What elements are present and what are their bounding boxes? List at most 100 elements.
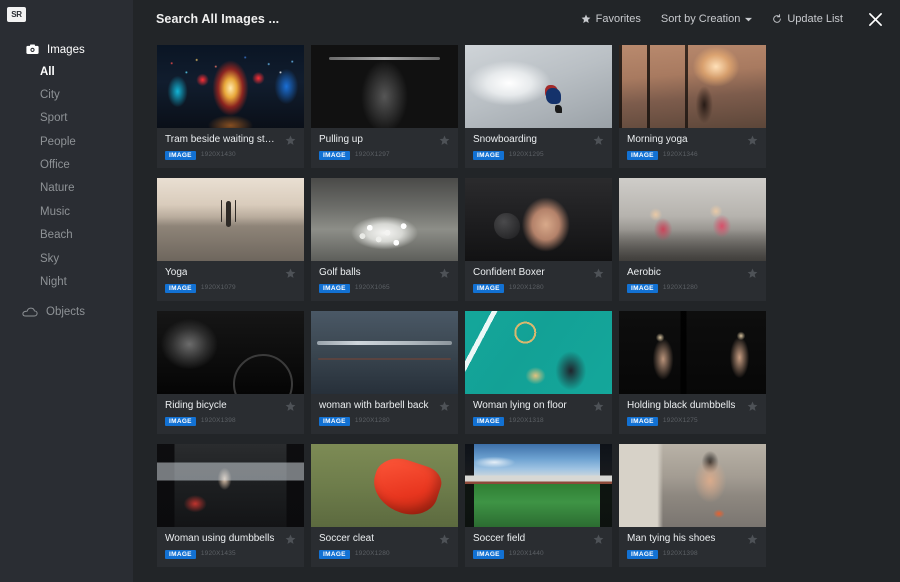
type-badge: IMAGE — [627, 417, 658, 426]
thumbnail-art — [619, 311, 766, 394]
search-input[interactable]: Search All Images ... — [156, 12, 279, 26]
image-card-meta: IMAGE 1920X1280 — [473, 284, 604, 293]
image-card[interactable]: Holding black dumbbells IMAGE 1920X1275 — [619, 311, 766, 434]
sidebar: SR Images All City Sport People Office Nature… — [0, 0, 133, 582]
favorite-star-icon[interactable] — [439, 401, 450, 412]
image-card[interactable]: Snowboarding IMAGE 1920X1295 — [465, 45, 612, 168]
favorite-star-icon[interactable] — [285, 401, 296, 412]
image-thumbnail[interactable] — [311, 311, 458, 394]
sidebar-item-beach[interactable]: Beach — [0, 224, 133, 247]
sidebar-item-city[interactable]: City — [0, 83, 133, 106]
image-card-header: Morning yoga — [627, 134, 758, 146]
image-thumbnail[interactable] — [465, 311, 612, 394]
image-card[interactable]: Woman lying on floor IMAGE 1920X1318 — [465, 311, 612, 434]
image-card[interactable]: Woman using dumbbells IMAGE 1920X1435 — [157, 444, 304, 567]
image-card-header: Soccer cleat — [319, 533, 450, 545]
image-thumbnail[interactable] — [157, 311, 304, 394]
image-card-info: Snowboarding IMAGE 1920X1295 — [465, 128, 612, 168]
favorite-star-icon[interactable] — [747, 534, 758, 545]
image-resolution: 1920X1079 — [200, 284, 236, 292]
type-badge: IMAGE — [165, 417, 196, 426]
type-badge: IMAGE — [165, 284, 196, 293]
image-card[interactable]: Confident Boxer IMAGE 1920X1280 — [465, 178, 612, 301]
sidebar-section-objects[interactable]: Objects — [0, 300, 133, 323]
image-thumbnail[interactable] — [157, 178, 304, 261]
image-card[interactable]: Soccer cleat IMAGE 1920X1280 — [311, 444, 458, 567]
image-thumbnail[interactable] — [465, 45, 612, 128]
sidebar-item-all[interactable]: All — [0, 60, 133, 83]
favorite-star-icon[interactable] — [593, 534, 604, 545]
image-card[interactable]: Soccer field IMAGE 1920X1440 — [465, 444, 612, 567]
favorite-star-icon[interactable] — [439, 268, 450, 279]
image-thumbnail[interactable] — [157, 45, 304, 128]
sidebar-item-sky[interactable]: Sky — [0, 247, 133, 270]
image-card-meta: IMAGE 1920X1440 — [473, 550, 604, 559]
image-resolution: 1920X1398 — [662, 550, 698, 558]
image-card[interactable]: Yoga IMAGE 1920X1079 — [157, 178, 304, 301]
favorite-star-icon[interactable] — [439, 135, 450, 146]
image-resolution: 1920X1440 — [508, 550, 544, 558]
image-card[interactable]: Riding bicycle IMAGE 1920X1398 — [157, 311, 304, 434]
favorite-star-icon[interactable] — [439, 534, 450, 545]
favorite-star-icon[interactable] — [747, 268, 758, 279]
sidebar-item-people[interactable]: People — [0, 130, 133, 153]
image-card[interactable]: Tram beside waiting station IMAGE 1920X143… — [157, 45, 304, 168]
image-thumbnail[interactable] — [619, 45, 766, 128]
image-title: Soccer field — [473, 533, 526, 544]
image-card-meta: IMAGE 1920X1297 — [319, 151, 450, 160]
image-card-info: Woman using dumbbells IMAGE 1920X1435 — [157, 527, 304, 567]
image-card[interactable]: woman with barbell back IMAGE 1920X1280 — [311, 311, 458, 434]
image-resolution: 1920X1435 — [200, 550, 236, 558]
update-list-label: Update List — [787, 13, 843, 25]
image-thumbnail[interactable] — [465, 444, 612, 527]
image-card-meta: IMAGE 1920X1280 — [319, 550, 450, 559]
image-card-info: Pulling up IMAGE 1920X1297 — [311, 128, 458, 168]
favorite-star-icon[interactable] — [285, 268, 296, 279]
image-thumbnail[interactable] — [311, 45, 458, 128]
favorite-star-icon[interactable] — [285, 135, 296, 146]
sidebar-item-nature[interactable]: Nature — [0, 177, 133, 200]
sidebar-item-office[interactable]: Office — [0, 154, 133, 177]
image-card-meta: IMAGE 1920X1275 — [627, 417, 758, 426]
update-list-button[interactable]: Update List — [772, 13, 843, 25]
image-thumbnail[interactable] — [157, 444, 304, 527]
sidebar-item-music[interactable]: Music — [0, 200, 133, 223]
image-card-header: Aerobic — [627, 267, 758, 279]
thumbnail-art — [465, 311, 612, 394]
thumbnail-art — [157, 444, 304, 527]
image-thumbnail[interactable] — [311, 444, 458, 527]
image-card-info: Riding bicycle IMAGE 1920X1398 — [157, 394, 304, 434]
image-card[interactable]: Pulling up IMAGE 1920X1297 — [311, 45, 458, 168]
close-button[interactable] — [865, 9, 885, 29]
sidebar-item-sport[interactable]: Sport — [0, 107, 133, 130]
sort-dropdown[interactable]: Sort by Creation — [661, 13, 753, 25]
image-card-info: Holding black dumbbells IMAGE 1920X1275 — [619, 394, 766, 434]
favorite-star-icon[interactable] — [593, 135, 604, 146]
image-card[interactable]: Golf balls IMAGE 1920X1065 — [311, 178, 458, 301]
image-card-header: Yoga — [165, 267, 296, 279]
image-card[interactable]: Aerobic IMAGE 1920X1280 — [619, 178, 766, 301]
sidebar-section-images[interactable]: Images — [0, 39, 133, 60]
favorite-star-icon[interactable] — [747, 401, 758, 412]
image-card[interactable]: Morning yoga IMAGE 1920X1346 — [619, 45, 766, 168]
favorite-star-icon[interactable] — [593, 401, 604, 412]
favorite-star-icon[interactable] — [747, 135, 758, 146]
image-card[interactable]: Man tying his shoes IMAGE 1920X1398 — [619, 444, 766, 567]
thumbnail-art — [311, 311, 458, 394]
image-thumbnail[interactable] — [619, 311, 766, 394]
image-thumbnail[interactable] — [619, 178, 766, 261]
type-badge: IMAGE — [473, 417, 504, 426]
image-resolution: 1920X1280 — [508, 284, 544, 292]
sidebar-item-night[interactable]: Night — [0, 270, 133, 293]
app-logo[interactable]: SR — [7, 7, 26, 22]
type-badge: IMAGE — [627, 284, 658, 293]
image-resolution: 1920X1346 — [662, 151, 698, 159]
image-thumbnail[interactable] — [465, 178, 612, 261]
favorites-button[interactable]: Favorites — [581, 13, 641, 25]
image-title: Snowboarding — [473, 134, 537, 145]
favorite-star-icon[interactable] — [593, 268, 604, 279]
image-thumbnail[interactable] — [311, 178, 458, 261]
favorite-star-icon[interactable] — [285, 534, 296, 545]
image-thumbnail[interactable] — [619, 444, 766, 527]
thumbnail-art — [619, 444, 766, 527]
